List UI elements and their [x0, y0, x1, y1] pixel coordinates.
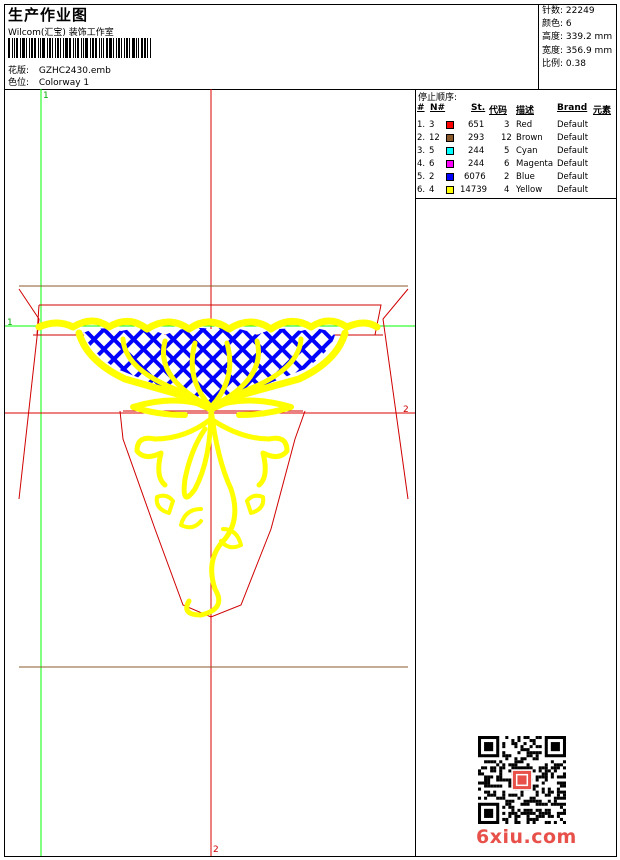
barcode-bar: [103, 38, 104, 58]
barcode-bar: [99, 38, 100, 58]
stat-colors: 颜色: 6: [542, 19, 572, 30]
barcode-bar: [29, 38, 30, 58]
barcode-bar: [144, 38, 146, 58]
guide-label-v1: 1: [43, 91, 49, 101]
col-num: #: [417, 103, 425, 113]
watermark-logo: 6xiu.com: [476, 826, 577, 848]
barcode-bar: [136, 38, 137, 58]
barcode-bar: [121, 38, 122, 58]
barcode-bar: [113, 38, 114, 58]
barcode-bar: [8, 38, 10, 58]
barcode-bar: [20, 38, 21, 58]
color-swatch: [446, 173, 454, 181]
barcode-bar: [81, 38, 82, 58]
barcode-bar: [16, 38, 18, 58]
qr-code-image: [478, 736, 566, 824]
panel-divider: [416, 198, 617, 199]
barcode-bar: [129, 38, 130, 58]
barcode-bar: [141, 38, 143, 58]
stop-row: 6. 4 14739 4 Yellow Default: [417, 185, 589, 195]
barcode-bar: [47, 38, 48, 58]
barcode-bar: [65, 38, 68, 58]
stop-row: 3. 5 244 5 Cyan Default: [417, 146, 589, 156]
barcode-bar: [12, 38, 13, 58]
stat-width: 宽度: 356.9 mm: [542, 45, 613, 56]
barcode-bar: [75, 38, 76, 58]
stat-height: 高度: 339.2 mm: [542, 32, 613, 43]
colorway-label: 色位:: [8, 78, 30, 88]
stop-row: 4. 6 244 6 Magenta Default: [417, 159, 589, 169]
design-canvas: 1 2 1 2: [5, 89, 415, 856]
barcode-bar: [38, 38, 39, 58]
barcode-bar: [138, 38, 139, 58]
barcode-bar: [132, 38, 135, 58]
barcode-bar: [101, 38, 102, 58]
col-brand: Brand: [557, 103, 588, 113]
production-sheet: 生产作业图 Wilcom(汇宝) 装饰工作室 花版: GZHC2430.emb …: [4, 4, 617, 857]
barcode-bar: [57, 38, 59, 58]
stop-sequence-heading: 停止顺序:: [418, 93, 458, 103]
barcode-bar: [116, 38, 117, 58]
stop-row: 1. 3 651 3 Red Default: [417, 120, 589, 130]
barcode-bar: [83, 38, 84, 58]
barcode-bar: [77, 38, 79, 58]
barcode-bar: [73, 38, 74, 58]
guide-label-h1: 1: [7, 318, 13, 328]
colorway-value: Colorway 1: [38, 78, 90, 88]
colorway-line: 色位: Colorway 1: [8, 75, 89, 88]
stop-row: 2. 12 293 12 Brown Default: [417, 133, 589, 143]
guide-label-v2: 2: [213, 845, 219, 855]
barcode-bar: [14, 38, 15, 58]
guide-label-h2: 2: [403, 405, 409, 415]
barcode-bar: [40, 38, 41, 58]
col-element: 元素: [593, 106, 612, 116]
barcode-bar: [118, 38, 120, 58]
barcode-bar: [52, 38, 53, 58]
color-swatch: [446, 121, 454, 129]
barcode-bar: [31, 38, 33, 58]
embroidery-preview: [5, 89, 415, 856]
barcode-bar: [26, 38, 27, 58]
barcode-bar: [92, 38, 94, 58]
barcode-bar: [106, 38, 108, 58]
barcode-bar: [22, 38, 25, 58]
barcode-bar: [147, 38, 148, 58]
col-description: 描述: [516, 106, 535, 116]
color-swatch: [446, 160, 454, 168]
col-code: 代码: [489, 106, 508, 116]
barcode-bar: [150, 38, 151, 58]
barcode-bar: [55, 38, 56, 58]
col-stitches: St.: [471, 103, 486, 113]
sheet-title: 生产作业图: [8, 6, 89, 24]
barcode-bar: [95, 38, 97, 58]
barcode-bar: [69, 38, 71, 58]
color-swatch: [446, 186, 454, 194]
barcode-bar: [126, 38, 128, 58]
color-swatch: [446, 147, 454, 155]
barcode-bar: [42, 38, 45, 58]
barcode-bar: [124, 38, 125, 58]
stat-scale: 比例: 0.38: [542, 58, 586, 69]
design-stats: 针数: 22249 颜色: 6 高度: 339.2 mm 宽度: 356.9 m…: [538, 5, 617, 89]
stat-stitches: 针数: 22249: [542, 6, 595, 16]
barcode-bar: [60, 38, 61, 58]
design-barcode: [8, 38, 154, 58]
color-swatch: [446, 134, 454, 142]
barcode-bar: [109, 38, 112, 58]
software-name: Wilcom(汇宝) 装饰工作室: [8, 28, 114, 38]
stop-row: 5. 2 6076 2 Blue Default: [417, 172, 589, 182]
col-no: N#: [430, 103, 446, 113]
barcode-bar: [49, 38, 51, 58]
barcode-bar: [34, 38, 36, 58]
barcode-bar: [63, 38, 64, 58]
barcode-bar: [85, 38, 88, 58]
sheet-header: 生产作业图 Wilcom(汇宝) 装饰工作室 花版: GZHC2430.emb …: [5, 5, 616, 90]
barcode-bar: [90, 38, 91, 58]
